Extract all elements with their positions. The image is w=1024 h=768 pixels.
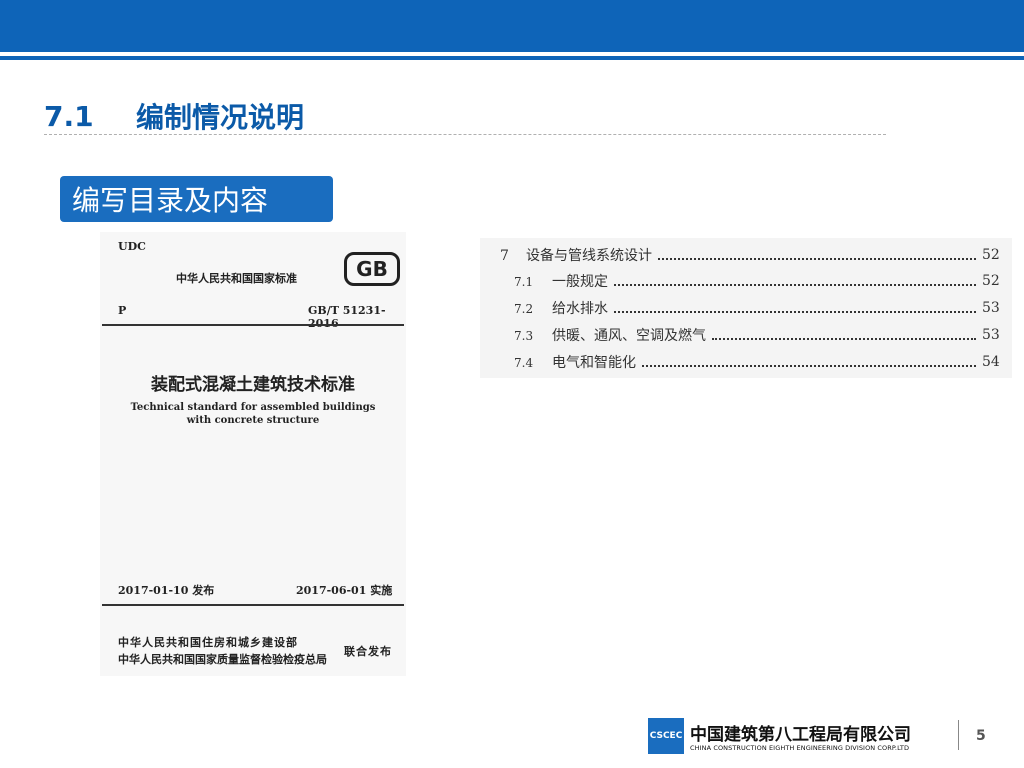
cover-org-top: 中华人民共和国国家标准 (176, 272, 297, 285)
cover-impl-date: 2017-06-01 实施 (296, 584, 393, 597)
cover-issuer-1: 中华人民共和国住房和城乡建设部 (118, 636, 298, 649)
gb-logo: GB (344, 252, 400, 286)
cover-udc: UDC (118, 240, 146, 253)
company-logo: CSCEC (648, 718, 684, 754)
footer-separator (958, 720, 959, 750)
company-name-en: CHINA CONSTRUCTION EIGHTH ENGINEERING DI… (690, 744, 910, 752)
toc-row: 7.3 供暖、通风、空调及燃气 53 (514, 327, 1000, 344)
section-number: 7.1 (44, 99, 94, 133)
toc-row: 7.1 一般规定 52 (514, 273, 1000, 290)
cover-bottom-rule (102, 604, 404, 606)
standard-cover-image: UDC 中华人民共和国国家标准 GB P GB/T 51231-2016 装配式… (100, 232, 406, 676)
toc-row: 7.2 给水排水 53 (514, 300, 1000, 317)
cover-code: GB/T 51231-2016 (308, 304, 386, 330)
cover-issuer-2: 中华人民共和国国家质量监督检验检疫总局 (118, 653, 327, 666)
company-name-cn: 中国建筑第八工程局有限公司 (690, 725, 911, 745)
section-heading: 7.1 编制情况说明 (44, 96, 304, 136)
cover-issue-date: 2017-01-10 发布 (118, 584, 215, 597)
section-title: 编制情况说明 (136, 101, 305, 134)
subheading-badge: 编写目录及内容 (60, 176, 333, 222)
top-banner (0, 0, 1024, 52)
cover-title-cn: 装配式混凝土建筑技术标准 (151, 375, 355, 395)
toc-row: 7 设备与管线系统设计 52 (500, 247, 1000, 264)
heading-divider (44, 134, 886, 135)
toc-image: 7 设备与管线系统设计 52 7.1 一般规定 52 7.2 给水排水 53 7.3 供… (480, 238, 1012, 378)
page-number: 5 (976, 728, 986, 744)
cover-top-rule (102, 324, 404, 326)
cover-title-en-2: with concrete structure (186, 415, 320, 426)
toc-row: 7.4 电气和智能化 54 (514, 354, 1000, 371)
subheading-label: 编写目录及内容 (72, 184, 269, 217)
top-banner-line (0, 56, 1024, 60)
cover-joint: 联合发布 (344, 645, 392, 658)
cover-title-en-1: Technical standard for assembled buildin… (130, 402, 376, 413)
cover-p-label: P (118, 304, 127, 317)
